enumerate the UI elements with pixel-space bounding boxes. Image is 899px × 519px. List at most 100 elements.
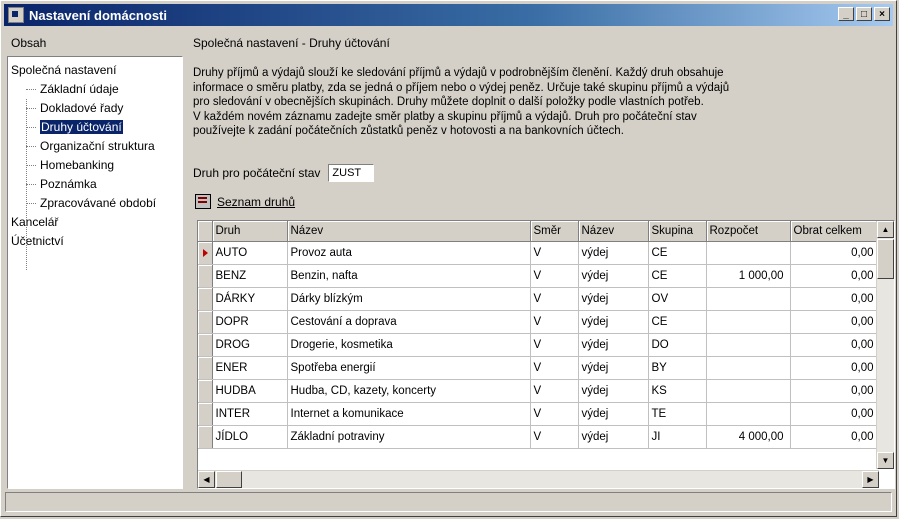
table-cell[interactable]: 0,00 (790, 310, 881, 334)
table-row[interactable]: DOPR Cestování a doprava Vvýdej CE 0,00 (198, 310, 881, 334)
scroll-up-arrow-icon[interactable]: ▲ (877, 221, 894, 238)
tree-item-homebanking[interactable]: Homebanking (8, 156, 182, 175)
tree-item-kancelar[interactable]: Kancelář (8, 213, 182, 232)
table-cell[interactable]: KS (648, 379, 707, 403)
table-row[interactable]: INTER Internet a komunikace Vvýdej TE 0,00 (198, 402, 881, 426)
table-cell[interactable]: výdej (578, 402, 649, 426)
maximize-button[interactable]: □ (856, 7, 872, 21)
table-cell[interactable]: AUTO (212, 241, 288, 265)
title-bar[interactable]: Nastavení domácnosti _ □ × (4, 4, 893, 26)
row-indicator[interactable] (198, 356, 213, 380)
table-cell[interactable]: 0,00 (790, 241, 881, 265)
row-indicator[interactable] (198, 264, 213, 288)
table-cell[interactable] (706, 287, 791, 311)
tree-item-ucetnictvi[interactable]: Účetnictví (8, 232, 182, 251)
table-cell[interactable] (706, 356, 791, 380)
table-cell[interactable]: V (530, 356, 579, 380)
table-cell[interactable]: výdej (578, 241, 649, 265)
column-header[interactable]: Druh (212, 221, 288, 242)
scroll-right-arrow-icon[interactable]: ▶ (862, 471, 879, 488)
row-indicator[interactable] (198, 333, 213, 357)
scroll-down-arrow-icon[interactable]: ▼ (877, 452, 894, 469)
column-header[interactable]: Směr (530, 221, 579, 242)
scroll-left-arrow-icon[interactable]: ◀ (198, 471, 215, 488)
table-cell[interactable]: TE (648, 402, 707, 426)
table-row[interactable]: AUTO Provoz auta Vvýdej CE 0,00 (198, 241, 881, 265)
row-indicator[interactable] (198, 241, 213, 265)
table-cell[interactable]: výdej (578, 379, 649, 403)
table-cell[interactable]: výdej (578, 333, 649, 357)
table-cell[interactable]: výdej (578, 310, 649, 334)
column-header[interactable]: Název (287, 221, 531, 242)
table-cell[interactable]: 0,00 (790, 287, 881, 311)
table-cell[interactable]: ENER (212, 356, 288, 380)
table-row[interactable]: JÍDLO Základní potraviny Vvýdej JI 4 000,00 0… (198, 425, 881, 449)
column-header[interactable]: Název (578, 221, 649, 242)
table-cell[interactable]: 0,00 (790, 379, 881, 403)
table-cell[interactable]: Základní potraviny (287, 425, 531, 449)
table-cell[interactable]: 4 000,00 (706, 425, 791, 449)
table-cell[interactable]: Benzin, nafta (287, 264, 531, 288)
table-cell[interactable]: DO (648, 333, 707, 357)
table-cell[interactable] (706, 379, 791, 403)
table-cell[interactable]: V (530, 264, 579, 288)
table-cell[interactable]: Provoz auta (287, 241, 531, 265)
tree-item-spolecna-nastaveni[interactable]: Společná nastavení (8, 61, 182, 80)
tree-item-druhy-uctovani[interactable]: Druhy účtování (8, 118, 182, 137)
table-cell[interactable]: V (530, 287, 579, 311)
table-cell[interactable]: V (530, 310, 579, 334)
tree-item-zpracovavane-obdobi[interactable]: Zpracovávané období (8, 194, 182, 213)
tree-item-dokladove-rady[interactable]: Dokladové řady (8, 99, 182, 118)
table-cell[interactable]: INTER (212, 402, 288, 426)
table-cell[interactable]: 0,00 (790, 333, 881, 357)
table-cell[interactable]: 0,00 (790, 402, 881, 426)
tree-item-organizacni-struktura[interactable]: Organizační struktura (8, 137, 182, 156)
row-indicator[interactable] (198, 310, 213, 334)
row-indicator[interactable] (198, 402, 213, 426)
table-cell[interactable]: V (530, 241, 579, 265)
table-cell[interactable] (706, 241, 791, 265)
horizontal-scrollbar[interactable]: ◀ ▶ (198, 470, 879, 488)
table-cell[interactable] (706, 402, 791, 426)
table-cell[interactable]: CE (648, 241, 707, 265)
table-cell[interactable]: Internet a komunikace (287, 402, 531, 426)
column-header[interactable]: Skupina (648, 221, 707, 242)
table-cell[interactable]: JI (648, 425, 707, 449)
table-cell[interactable]: Dárky blízkým (287, 287, 531, 311)
table-cell[interactable]: Spotřeba energií (287, 356, 531, 380)
tree-item-zakladni-udaje[interactable]: Základní údaje (8, 80, 182, 99)
table-cell[interactable]: V (530, 425, 579, 449)
table-row[interactable]: DROG Drogerie, kosmetika Vvýdej DO 0,00 (198, 333, 881, 357)
table-row[interactable]: BENZ Benzin, nafta Vvýdej CE 1 000,00 0,00 (198, 264, 881, 288)
table-cell[interactable]: DÁRKY (212, 287, 288, 311)
close-button[interactable]: × (874, 7, 890, 21)
vertical-scrollbar[interactable]: ▲ ▼ (876, 221, 894, 469)
horizontal-scroll-thumb[interactable] (216, 471, 242, 488)
table-cell[interactable]: HUDBA (212, 379, 288, 403)
table-cell[interactable]: BENZ (212, 264, 288, 288)
table-cell[interactable]: JÍDLO (212, 425, 288, 449)
table-cell[interactable]: výdej (578, 356, 649, 380)
table-cell[interactable]: Cestování a doprava (287, 310, 531, 334)
row-indicator[interactable] (198, 379, 213, 403)
minimize-button[interactable]: _ (838, 7, 854, 21)
column-header[interactable]: Obrat celkem (790, 221, 881, 242)
table-cell[interactable]: výdej (578, 287, 649, 311)
table-cell[interactable]: 0,00 (790, 264, 881, 288)
table-cell[interactable]: CE (648, 310, 707, 334)
table-cell[interactable]: BY (648, 356, 707, 380)
table-cell[interactable]: 0,00 (790, 425, 881, 449)
table-cell[interactable]: OV (648, 287, 707, 311)
table-row[interactable]: HUDBA Hudba, CD, kazety, koncerty Vvýdej KS… (198, 379, 881, 403)
table-cell[interactable]: DROG (212, 333, 288, 357)
table-cell[interactable]: výdej (578, 264, 649, 288)
table-cell[interactable]: V (530, 379, 579, 403)
row-indicator[interactable] (198, 425, 213, 449)
table-cell[interactable]: CE (648, 264, 707, 288)
types-grid[interactable]: Druh Název Směr Název Skupina Rozpočet O… (197, 220, 895, 489)
table-cell[interactable] (706, 310, 791, 334)
row-indicator[interactable] (198, 287, 213, 311)
vertical-scroll-thumb[interactable] (877, 239, 894, 279)
table-row[interactable]: ENER Spotřeba energií Vvýdej BY 0,00 (198, 356, 881, 380)
table-cell[interactable]: DOPR (212, 310, 288, 334)
